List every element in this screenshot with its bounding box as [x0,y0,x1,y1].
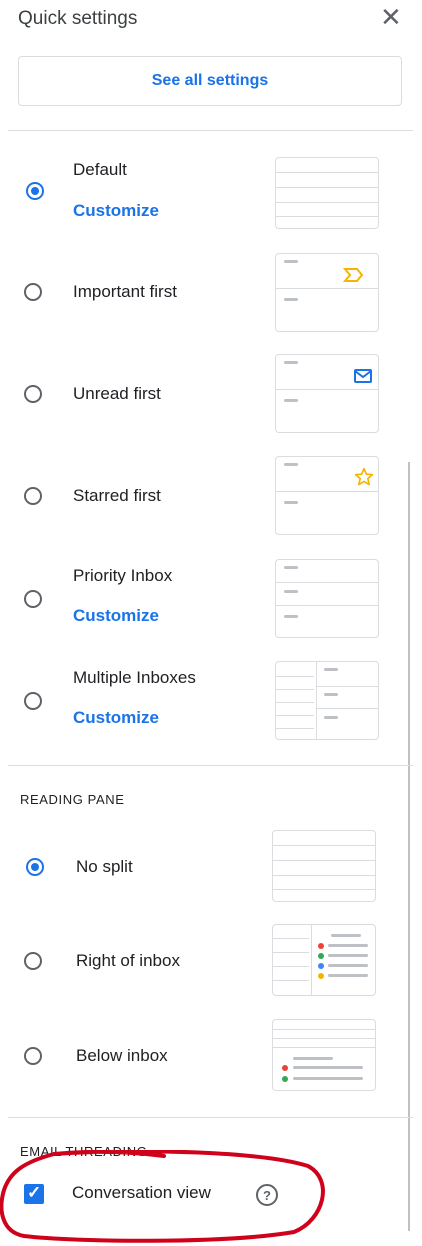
option-label-unread-first: Unread first [73,384,161,403]
customize-multiple-inboxes-link[interactable]: Customize [73,708,159,728]
thumbnail-priority-inbox [275,559,379,638]
reading-pane-heading: READING PANE [20,792,125,807]
divider [8,1117,413,1118]
thumbnail-right-of-inbox [272,924,376,996]
radio-important-first[interactable] [24,283,42,301]
radio-right-of-inbox[interactable] [24,952,42,970]
thumbnail-important-first [275,253,379,332]
option-label-right-of-inbox: Right of inbox [76,951,180,970]
thumbnail-unread-first [275,354,379,433]
option-label-below-inbox: Below inbox [76,1046,168,1065]
see-all-settings-button[interactable]: See all settings [18,56,402,106]
annotation-ellipse [0,1150,325,1243]
thumbnail-below-inbox [272,1019,376,1091]
radio-no-split[interactable] [26,858,44,876]
thumbnail-no-split [272,830,376,902]
customize-default-link[interactable]: Customize [73,201,159,221]
option-label-no-split: No split [76,857,133,876]
radio-starred-first[interactable] [24,487,42,505]
envelope-icon [354,369,372,383]
radio-below-inbox[interactable] [24,1047,42,1065]
radio-priority-inbox[interactable] [24,590,42,608]
option-label-important-first: Important first [73,282,177,301]
thumbnail-starred-first [275,456,379,535]
star-icon [354,467,374,486]
radio-unread-first[interactable] [24,385,42,403]
option-label-multiple-inboxes: Multiple Inboxes [73,668,196,687]
divider [8,130,413,131]
option-label-starred-first: Starred first [73,486,161,505]
divider [8,765,413,766]
close-icon[interactable]: ✕ [380,4,402,30]
importance-marker-icon [343,268,364,282]
radio-multiple-inboxes[interactable] [24,692,42,710]
option-label-default: Default [73,160,127,179]
radio-default[interactable] [26,182,44,200]
option-label-priority-inbox: Priority Inbox [73,566,173,585]
thumbnail-default [275,157,379,229]
scrollbar[interactable] [408,462,410,1231]
panel-title: Quick settings [18,8,138,29]
thumbnail-multiple-inboxes [275,661,379,740]
customize-priority-inbox-link[interactable]: Customize [73,606,159,626]
